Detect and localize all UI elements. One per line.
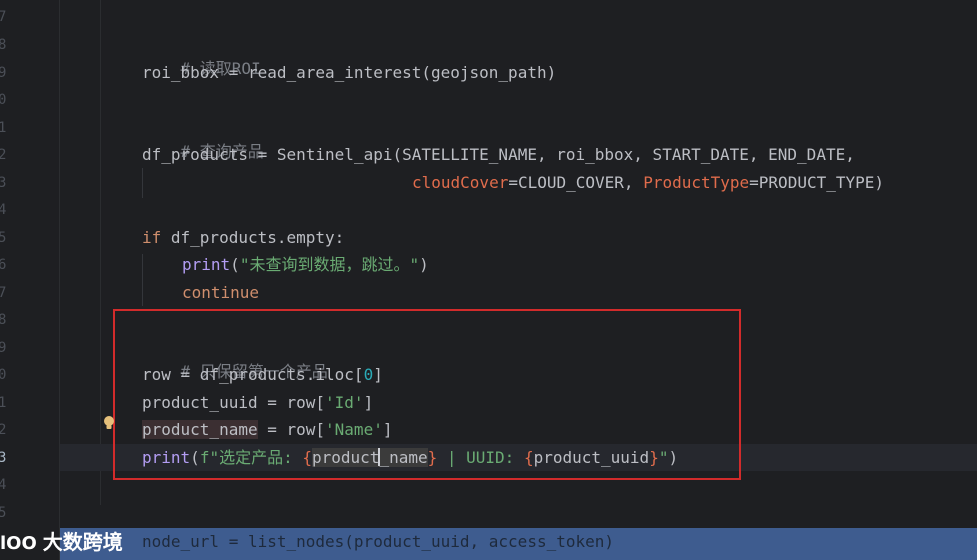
- line-number: 1: [0, 395, 7, 411]
- code-line[interactable]: # 读取ROI: [142, 33, 261, 78]
- line-number: 0: [0, 367, 7, 383]
- line-number: 7: [0, 285, 7, 301]
- kwarg-value: =PRODUCT_TYPE): [749, 173, 885, 192]
- line-number: 2: [0, 422, 7, 438]
- annotation-highlight-box: [113, 309, 741, 480]
- line-number: 8: [0, 37, 7, 53]
- line-number: 8: [0, 312, 7, 328]
- keyword-if: if: [142, 228, 162, 247]
- gutter-separator: [59, 0, 60, 560]
- fn-read-area-interest: read_area_interest: [247, 63, 422, 82]
- line-number: 5: [0, 230, 7, 246]
- kwarg-value: =CLOUD_COVER,: [508, 173, 644, 192]
- kwarg-producttype: ProductType: [643, 173, 750, 192]
- fn-args: (geojson_path): [421, 63, 557, 82]
- keyword-continue: continue: [182, 283, 260, 302]
- selection-bar: node_url = list_nodes(product_uuid, acce…: [60, 528, 977, 560]
- watermark: lOO 大数跨境: [0, 526, 123, 558]
- lightbulb-icon[interactable]: [103, 415, 115, 431]
- line-number: 9: [0, 65, 7, 81]
- line-number: 5: [0, 505, 7, 521]
- line-number-current: 3: [0, 450, 7, 466]
- assign-op: =: [247, 145, 277, 164]
- code-line[interactable]: continue: [182, 281, 259, 305]
- var-roi-bbox: roi_bbox: [142, 63, 220, 82]
- line-number: 4: [0, 477, 7, 493]
- fn-args: (SATELLITE_NAME, roi_bbox, START_DATE, E…: [392, 145, 855, 164]
- line-number: 9: [0, 340, 7, 356]
- kwarg-cloudcover: cloudCover: [412, 173, 509, 192]
- assign-op: =: [219, 63, 248, 82]
- string-literal: "未查询到数据，跳过。": [239, 255, 420, 274]
- paren: (: [230, 255, 240, 274]
- fn-sentinel-api: Sentinel_api: [276, 145, 393, 164]
- var-df-products: df_products: [142, 145, 248, 164]
- code-line[interactable]: roi_bbox = read_area_interest(geojson_pa…: [142, 61, 556, 85]
- builtin-print: print: [182, 255, 231, 274]
- watermark-text: 大数跨境: [42, 530, 123, 554]
- line-number: 4: [0, 202, 7, 218]
- code-line[interactable]: if df_products.empty:: [142, 226, 344, 250]
- code-line[interactable]: node_url = list_nodes(product_uuid, acce…: [142, 530, 614, 554]
- paren: ): [419, 255, 429, 274]
- code-line[interactable]: cloudCover=CLOUD_COVER, ProductType=PROD…: [412, 171, 884, 195]
- watermark-logo: lOO: [0, 533, 37, 554]
- if-condition: df_products.empty:: [161, 228, 345, 247]
- indent-guide-outer: [100, 0, 101, 505]
- line-number: 2: [0, 147, 7, 163]
- code-line[interactable]: print("未查询到数据，跳过。"): [182, 253, 429, 277]
- line-number: 3: [0, 175, 7, 191]
- code-line[interactable]: # 查询产品: [142, 116, 264, 161]
- indent-guide: [142, 254, 143, 306]
- line-number: 6: [0, 257, 7, 273]
- line-number: 1: [0, 120, 7, 136]
- code-line[interactable]: df_products = Sentinel_api(SATELLITE_NAM…: [142, 143, 855, 167]
- line-number: 7: [0, 9, 7, 25]
- line-number-gutter: 7 8 9 0 1 2 3 4 5 6 7 8 9 0 1 2 3 4 5: [0, 0, 60, 560]
- line-number: 0: [0, 92, 7, 108]
